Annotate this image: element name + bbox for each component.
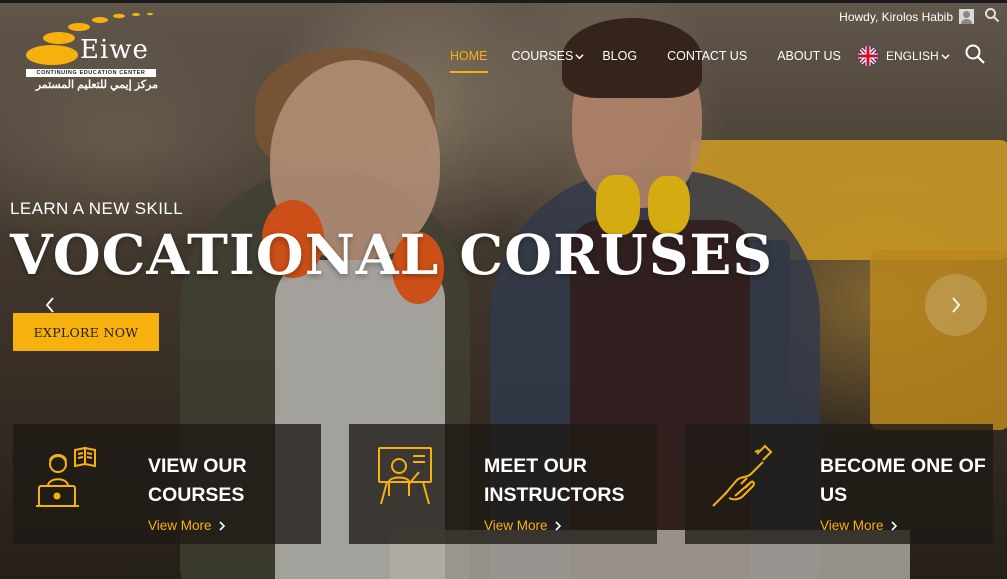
chevron-down-icon — [575, 53, 584, 59]
nav-item-blog[interactable]: BLOG — [602, 49, 637, 63]
handshake-icon — [712, 444, 773, 507]
uk-flag-icon — [858, 46, 878, 66]
view-more-label: View More — [484, 518, 548, 533]
nav-item-about-us[interactable]: ABOUT US — [777, 49, 841, 63]
slider-next-button[interactable] — [925, 274, 987, 336]
nav-item-label: CONTACT US — [667, 49, 748, 63]
chevron-right-icon — [952, 297, 961, 313]
view-more-link[interactable]: View More — [484, 518, 562, 533]
chevron-right-icon — [554, 520, 561, 531]
hero-headline: VOCATIONAL CORUSES — [10, 222, 774, 287]
view-more-link[interactable]: View More — [820, 518, 898, 533]
chevron-down-icon — [941, 53, 950, 59]
online-learning-icon — [36, 446, 96, 507]
nav-item-contact-us[interactable]: CONTACT US — [667, 49, 747, 63]
card-meet-instructors[interactable]: MEET OUR INSTRUCTORS View More — [349, 424, 657, 544]
language-switcher[interactable]: ENGLISH — [858, 46, 950, 66]
chevron-right-icon — [890, 520, 897, 531]
view-more-label: View More — [148, 518, 212, 533]
card-title: VIEW OUR COURSES — [148, 455, 247, 506]
card-become-one-of-us[interactable]: BECOME ONE OF US View More — [685, 424, 993, 544]
admin-account-menu[interactable]: Howdy, Kirolos Habib — [839, 9, 974, 24]
nav-item-label: BLOG — [602, 49, 638, 63]
explore-now-button[interactable]: EXPLORE NOW — [13, 313, 159, 351]
nav-item-courses[interactable]: COURSES — [512, 49, 585, 63]
admin-greeting: Howdy, Kirolos Habib — [839, 9, 953, 24]
avatar — [959, 9, 974, 24]
site-logo[interactable]: Eiwe CONTINUING EDUCATION CENTER مركز إي… — [24, 12, 159, 94]
nav-item-label: ABOUT US — [777, 49, 841, 63]
card-view-courses[interactable]: VIEW OUR COURSES View More — [13, 424, 321, 544]
hero-eyebrow: LEARN A NEW SKILL — [10, 199, 184, 218]
main-navigation: HOME COURSES BLOG CONTACT US ABOUT US — [450, 46, 865, 73]
admin-search-icon[interactable] — [984, 7, 1000, 23]
view-more-link[interactable]: View More — [148, 518, 226, 533]
nav-item-home[interactable]: HOME — [450, 49, 488, 73]
logo-wordmark: Eiwe — [80, 35, 149, 65]
card-title: BECOME ONE OF US — [820, 455, 986, 506]
instructor-board-icon — [378, 447, 432, 505]
nav-item-label: COURSES — [511, 49, 574, 63]
nav-item-label: HOME — [450, 49, 488, 63]
language-label: ENGLISH — [886, 49, 939, 63]
view-more-label: View More — [820, 518, 884, 533]
logo-tagline: CONTINUING EDUCATION CENTER — [26, 69, 156, 77]
logo-arabic-name: مركز إيمي للتعليم المستمر — [35, 79, 158, 91]
card-title: MEET OUR INSTRUCTORS — [484, 455, 625, 506]
chevron-right-icon — [218, 520, 225, 531]
admin-bar-edge — [0, 0, 1007, 3]
search-icon[interactable] — [964, 43, 986, 65]
chevron-left-icon[interactable] — [38, 292, 64, 318]
